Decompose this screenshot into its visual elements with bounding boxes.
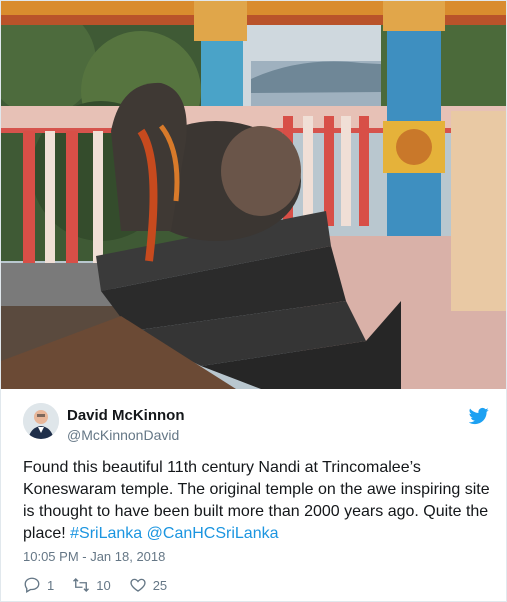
tweet-author: David McKinnon @McKinnonDavid — [23, 403, 493, 449]
avatar-icon — [23, 403, 59, 439]
like-count: 25 — [152, 577, 168, 593]
reply-icon — [24, 577, 40, 593]
tweet-actions: 1 10 25 — [23, 575, 185, 595]
tweet-text: Found this beautiful 11th century Nandi … — [23, 457, 493, 545]
mention-link[interactable]: @CanHCSriLanka — [147, 525, 279, 542]
reply-count: 1 — [47, 577, 55, 593]
tweet-photo[interactable] — [1, 1, 506, 389]
author-avatar[interactable] — [23, 403, 59, 439]
tweet-card: David McKinnon @McKinnonDavid Found this… — [0, 0, 507, 602]
heart-icon — [130, 578, 146, 592]
retweet-button[interactable]: 10 — [72, 576, 111, 594]
author-handle[interactable]: @McKinnonDavid — [67, 427, 179, 443]
retweet-icon — [73, 578, 90, 592]
author-name[interactable]: David McKinnon — [67, 407, 185, 424]
twitter-bird-icon[interactable] — [469, 406, 489, 426]
retweet-count: 10 — [96, 577, 111, 593]
like-button[interactable]: 25 — [129, 576, 167, 594]
nandi-statue-photo — [1, 1, 506, 389]
reply-button[interactable]: 1 — [23, 576, 54, 594]
tweet-timestamp[interactable]: 10:05 PM - Jan 18, 2018 — [23, 549, 165, 564]
hashtag-link[interactable]: #SriLanka — [70, 525, 142, 542]
